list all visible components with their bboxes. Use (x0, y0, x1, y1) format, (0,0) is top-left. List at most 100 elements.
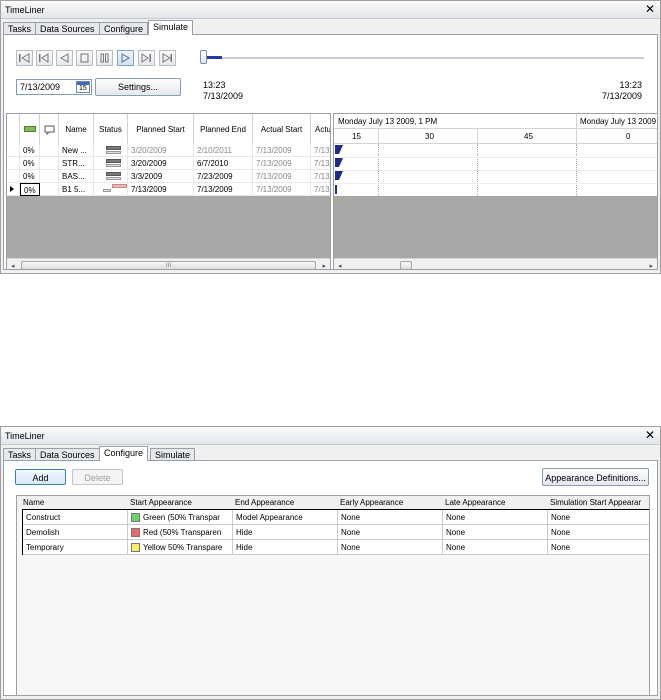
table-row-early-appearance[interactable]: None (338, 540, 443, 555)
tab-simulate[interactable]: Simulate (148, 20, 194, 35)
table-row-planned-start[interactable]: 3/20/2009 (128, 144, 194, 157)
table-row-actual-end[interactable]: 7/13/ (311, 170, 330, 183)
appearance-definitions-button[interactable]: Appearance Definitions... (542, 468, 649, 486)
column-header-late-appearance[interactable]: Late Appearance (445, 498, 506, 507)
table-row-comment[interactable] (40, 144, 59, 157)
gantt-bar[interactable] (335, 158, 344, 168)
column-header-name[interactable]: Name (23, 498, 44, 507)
comments-column-header[interactable] (40, 114, 59, 144)
scroll-right-icon[interactable]: ▸ (649, 262, 653, 269)
table-row-end-appearance[interactable]: Hide (233, 540, 338, 555)
close-icon[interactable]: ✕ (645, 3, 655, 15)
column-header-planned-end[interactable]: Planned End (194, 114, 253, 144)
column-header-actual-end[interactable]: Actu (311, 114, 330, 144)
scroll-left-icon[interactable]: ◂ (11, 262, 15, 269)
date-picker[interactable]: 7/13/2009 15 (16, 79, 92, 95)
skip-to-end-button[interactable] (159, 50, 176, 66)
table-row-simulation-start[interactable]: None (548, 525, 649, 540)
table-row-actual-end[interactable]: 7/13/ (311, 157, 330, 170)
row-selector[interactable] (7, 157, 20, 170)
table-row-end-appearance[interactable]: Hide (233, 525, 338, 540)
table-row-late-appearance[interactable]: None (443, 525, 548, 540)
table-row-planned-end[interactable]: 7/13/2009 (194, 183, 253, 196)
table-row-actual-end[interactable]: 7/13/ (311, 144, 330, 157)
table-row-end-appearance[interactable]: Model Appearance (233, 510, 338, 525)
step-back-button[interactable] (36, 50, 53, 66)
scroll-left-icon[interactable]: ◂ (338, 262, 342, 269)
table-row-early-appearance[interactable]: None (338, 510, 443, 525)
table-row-late-appearance[interactable]: None (443, 510, 548, 525)
table-row-start-appearance[interactable]: Red (50% Transparen (128, 525, 233, 540)
gantt-bar[interactable] (335, 171, 344, 181)
tab-configure[interactable]: Configure (99, 446, 149, 461)
skip-to-start-icon (19, 53, 30, 63)
gantt-bar[interactable] (335, 145, 344, 155)
stop-button[interactable] (76, 50, 93, 66)
table-row-name[interactable]: New ... (59, 144, 94, 157)
close-icon[interactable]: ✕ (645, 429, 655, 441)
calendar-icon[interactable]: 15 (76, 81, 90, 93)
table-row-comment[interactable] (40, 183, 59, 196)
task-grid-hscrollbar[interactable]: ◂ III ▸ (7, 258, 330, 269)
table-row-progress[interactable]: 0% (20, 183, 40, 196)
table-row-planned-end[interactable]: 7/23/2009 (194, 170, 253, 183)
scrollbar-thumb[interactable] (400, 261, 412, 269)
table-row-name[interactable]: Temporary (23, 540, 128, 555)
current-row-indicator[interactable] (7, 183, 20, 196)
column-header-early-appearance[interactable]: Early Appearance (340, 498, 403, 507)
table-row-planned-start[interactable]: 7/13/2009 (128, 183, 194, 196)
column-header-name[interactable]: Name (59, 114, 94, 144)
table-row-planned-start[interactable]: 3/3/2009 (128, 170, 194, 183)
play-button[interactable] (117, 50, 134, 66)
table-row-simulation-start[interactable]: None (548, 510, 649, 525)
table-row-comment[interactable] (40, 170, 59, 183)
column-header-actual-start[interactable]: Actual Start (253, 114, 311, 144)
table-row-simulation-start[interactable]: None (548, 540, 649, 555)
table-row-actual-end[interactable]: 7/13/ (311, 183, 330, 196)
table-row-name[interactable]: Construct (23, 510, 128, 525)
table-row-start-appearance[interactable]: Green (50% Transpar (128, 510, 233, 525)
scrollbar-thumb[interactable]: III (21, 261, 316, 269)
table-row-actual-start[interactable]: 7/13/2009 (253, 144, 311, 157)
play-reverse-button[interactable] (56, 50, 73, 66)
table-row-actual-start[interactable]: 7/13/2009 (253, 183, 311, 196)
rewind-to-start-button[interactable] (16, 50, 33, 66)
pause-button[interactable] (96, 50, 113, 66)
active-column-header[interactable] (20, 114, 40, 144)
column-header-status[interactable]: Status (94, 114, 128, 144)
play-reverse-icon (59, 53, 69, 63)
gantt-tick-divider (477, 129, 478, 144)
column-header-start-appearance[interactable]: Start Appearance (130, 498, 192, 507)
table-row-name[interactable]: B1 5... (59, 183, 94, 196)
column-header-end-appearance[interactable]: End Appearance (235, 498, 294, 507)
table-row-name[interactable]: STR... (59, 157, 94, 170)
table-row-name[interactable]: BAS... (59, 170, 94, 183)
table-row-planned-end[interactable]: 2/10/2011 (194, 144, 253, 157)
table-row-start-appearance[interactable]: Yellow 50% Transpare (128, 540, 233, 555)
step-forward-button[interactable] (138, 50, 155, 66)
table-row-planned-end[interactable]: 6/7/2010 (194, 157, 253, 170)
gantt-header-band: Monday July 13 2009, 1 PM Monday July 13… (334, 114, 657, 129)
settings-button[interactable]: Settings... (95, 78, 181, 96)
gantt-hscrollbar[interactable]: ◂ ▸ (334, 258, 657, 269)
row-selector[interactable] (7, 144, 20, 157)
row-selector[interactable] (7, 170, 20, 183)
column-header-planned-start[interactable]: Planned Start (128, 114, 194, 144)
grid-header-row: Name Status Planned Start Planned End Ac… (7, 114, 330, 144)
table-row-early-appearance[interactable]: None (338, 525, 443, 540)
gantt-bar[interactable] (335, 185, 337, 194)
table-row-comment[interactable] (40, 157, 59, 170)
table-row-name[interactable]: Demolish (23, 525, 128, 540)
table-row-late-appearance[interactable]: None (443, 540, 548, 555)
table-body: Construct Green (50% Transpar Model Appe… (22, 509, 649, 555)
table-row-actual-start[interactable]: 7/13/2009 (253, 157, 311, 170)
status-bar-icon (106, 172, 121, 176)
add-button[interactable]: Add (15, 469, 66, 485)
column-header-simulation-start[interactable]: Simulation Start Appearar (550, 498, 641, 507)
timeline-slider[interactable] (200, 49, 644, 67)
scroll-right-icon[interactable]: ▸ (322, 262, 326, 269)
table-row-planned-start[interactable]: 3/20/2009 (128, 157, 194, 170)
table-row-actual-start[interactable]: 7/13/2009 (253, 170, 311, 183)
slider-thumb[interactable] (200, 50, 207, 64)
delete-button[interactable]: Delete (72, 469, 123, 485)
